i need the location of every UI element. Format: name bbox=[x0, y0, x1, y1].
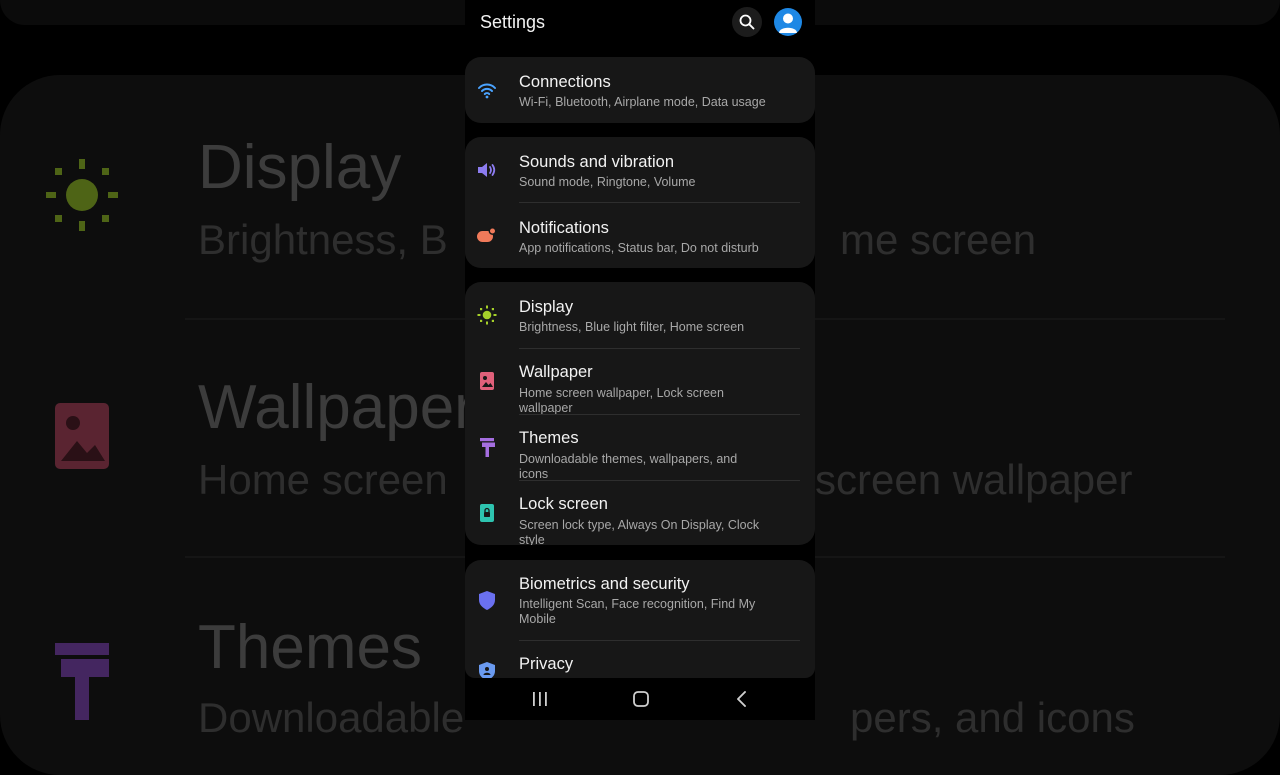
bg-wallpaper-sub-left: Home screen bbox=[198, 456, 448, 503]
settings-item-display[interactable]: Display Brightness, Blue light filter, H… bbox=[465, 282, 815, 348]
settings-card-display: Display Brightness, Blue light filter, H… bbox=[465, 282, 815, 545]
bg-wallpaper-sub-right: screen wallpaper bbox=[815, 456, 1133, 503]
bg-display-sub-right: me screen bbox=[840, 216, 1037, 263]
back-icon bbox=[737, 691, 746, 707]
privacy-icon bbox=[477, 661, 497, 678]
settings-item-title: Connections bbox=[519, 73, 611, 91]
bg-display-sub-left: Brightness, B bbox=[198, 216, 448, 263]
settings-item-themes[interactable]: Themes Downloadable themes, wallpapers, … bbox=[465, 414, 815, 481]
settings-item-biometrics[interactable]: Biometrics and security Intelligent Scan… bbox=[465, 560, 815, 640]
app-bar: Settings bbox=[465, 0, 815, 45]
navigation-bar bbox=[465, 678, 815, 720]
page-title: Settings bbox=[480, 12, 546, 32]
brush-icon bbox=[477, 437, 497, 457]
settings-item-title: Biometrics and security bbox=[519, 575, 690, 593]
bg-wallpaper-title: Wallpaper bbox=[198, 373, 475, 442]
settings-item-title: Themes bbox=[519, 429, 579, 447]
bg-themes-sub-left: Downloadable bbox=[198, 694, 465, 741]
settings-card-security: Biometrics and security Intelligent Scan… bbox=[465, 560, 815, 678]
lock-icon bbox=[477, 503, 497, 523]
recents-icon bbox=[533, 692, 547, 706]
settings-item-wallpaper[interactable]: Wallpaper Home screen wallpaper, Lock sc… bbox=[465, 348, 815, 415]
search-icon bbox=[739, 14, 755, 30]
settings-item-title: Notifications bbox=[519, 219, 609, 237]
settings-card-connections: Connections Wi-Fi, Bluetooth, Airplane m… bbox=[465, 57, 815, 123]
settings-item-subtitle: Brightness, Blue light filter, Home scre… bbox=[519, 320, 745, 334]
settings-item-subtitle: Downloadable themes, wallpapers, and ico… bbox=[519, 452, 738, 481]
settings-item-sounds[interactable]: Sounds and vibration Sound mode, Rington… bbox=[465, 137, 815, 203]
back-button[interactable] bbox=[727, 688, 757, 710]
settings-item-title: Lock screen bbox=[519, 495, 608, 513]
bg-themes-title: Themes bbox=[198, 613, 422, 682]
settings-item-subtitle: Wi-Fi, Bluetooth, Airplane mode, Data us… bbox=[519, 95, 766, 109]
volume-icon bbox=[477, 160, 497, 180]
home-icon bbox=[633, 691, 649, 707]
settings-item-subtitle: Sound mode, Ringtone, Volume bbox=[519, 175, 696, 189]
bg-display-title: Display bbox=[198, 133, 402, 202]
settings-item-title: Display bbox=[519, 298, 574, 316]
shield-icon bbox=[477, 590, 497, 610]
wifi-icon bbox=[477, 80, 497, 100]
home-button[interactable] bbox=[626, 688, 656, 710]
bg-sun-icon bbox=[46, 159, 118, 231]
notification-icon bbox=[477, 225, 497, 245]
settings-card-sounds: Sounds and vibration Sound mode, Rington… bbox=[465, 137, 815, 268]
bg-picture-icon bbox=[55, 403, 109, 469]
settings-item-subtitle: Screen lock type, Always On Display, Clo… bbox=[519, 518, 760, 545]
settings-item-connections[interactable]: Connections Wi-Fi, Bluetooth, Airplane m… bbox=[465, 57, 815, 123]
settings-item-title: Wallpaper bbox=[519, 363, 593, 381]
settings-item-title: Sounds and vibration bbox=[519, 153, 675, 171]
settings-item-subtitle: App notifications, Status bar, Do not di… bbox=[519, 241, 759, 255]
settings-item-notifications[interactable]: Notifications App notifications, Status … bbox=[465, 203, 815, 268]
sun-icon bbox=[477, 305, 497, 325]
settings-item-title: Privacy bbox=[519, 655, 574, 673]
profile-button[interactable] bbox=[774, 8, 802, 36]
bg-themes-sub-right: pers, and icons bbox=[850, 694, 1135, 741]
settings-item-lock-screen[interactable]: Lock screen Screen lock type, Always On … bbox=[465, 480, 815, 545]
settings-item-subtitle: Home screen wallpaper, Lock screen wallp… bbox=[519, 386, 724, 415]
phone-screen: Settings Connections Wi-Fi, Bluetooth, A… bbox=[465, 0, 815, 720]
settings-item-privacy[interactable]: Privacy bbox=[465, 640, 815, 678]
recents-button[interactable] bbox=[525, 688, 555, 710]
avatar-icon bbox=[779, 13, 797, 33]
picture-icon bbox=[477, 371, 497, 391]
search-button[interactable] bbox=[732, 7, 762, 37]
settings-item-subtitle: Intelligent Scan, Face recognition, Find… bbox=[519, 597, 756, 626]
bg-brush-icon bbox=[55, 643, 109, 720]
